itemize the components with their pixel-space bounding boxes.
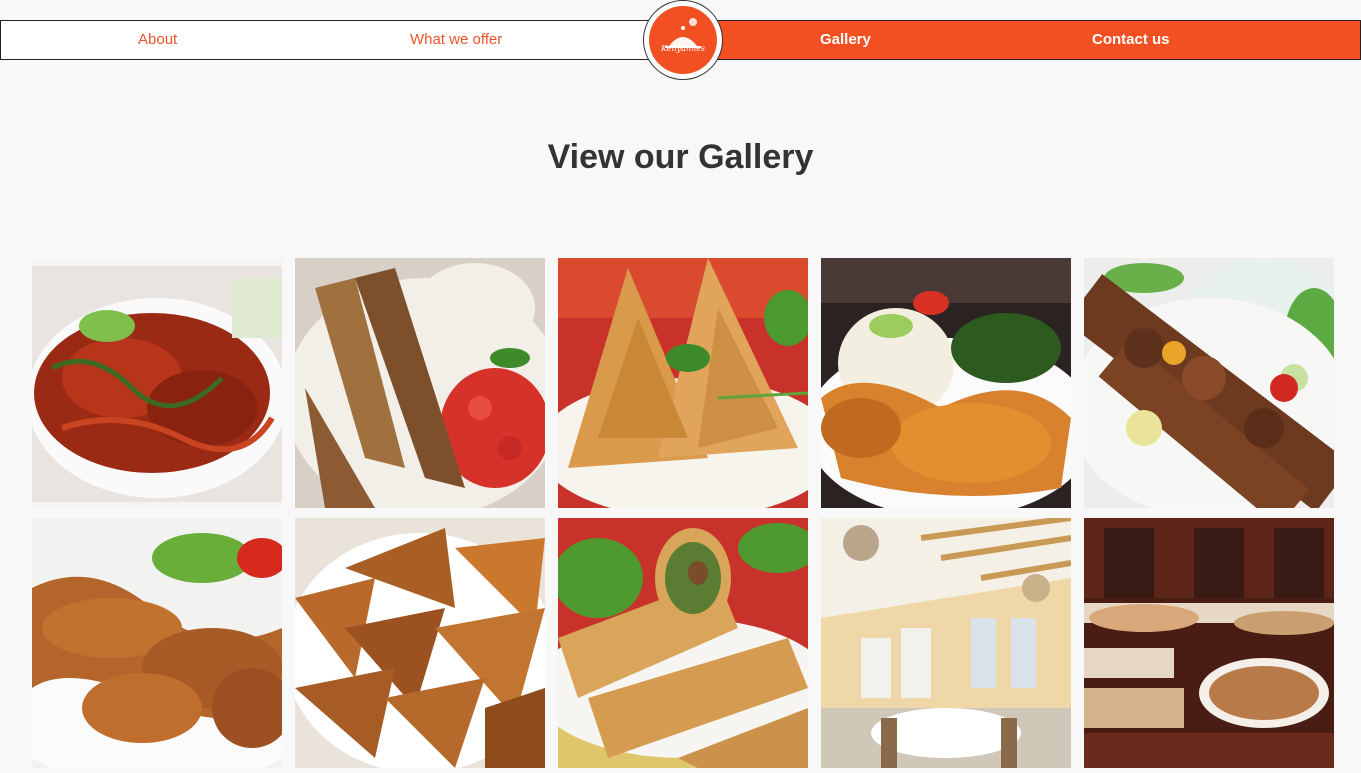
gallery-image-skewers[interactable]	[1084, 258, 1334, 508]
grilled-chicken-drumsticks-photo	[32, 518, 282, 768]
page-title: View our Gallery	[547, 138, 814, 176]
nav-link-gallery[interactable]: Gallery	[820, 21, 871, 59]
gallery-image-pastry-buffet[interactable]	[1084, 518, 1334, 768]
gallery-image-samosa[interactable]	[558, 258, 808, 508]
logo-text: Kenyannes	[660, 44, 706, 53]
roast-meat-ugali-photo	[295, 258, 545, 508]
samosa-photo	[558, 258, 808, 508]
nav-left-bar: About What we offer	[0, 20, 683, 60]
nav-right-bar: Gallery Contact us	[683, 20, 1361, 60]
chili-squid-photo	[32, 258, 282, 508]
pastry-buffet-display-photo	[1084, 518, 1334, 768]
nav-link-contact-us[interactable]: Contact us	[1092, 21, 1170, 59]
mandazi-photo	[295, 518, 545, 768]
gallery-image-chicken-rice[interactable]	[821, 258, 1071, 508]
chicken-rice-plate-photo	[821, 258, 1071, 508]
banquet-dining-room-photo	[821, 518, 1071, 768]
gallery-image-roast-meat[interactable]	[295, 258, 545, 508]
logo-badge: Kenyannes	[649, 6, 717, 74]
spring-rolls-photo	[558, 518, 808, 768]
meat-skewers-photo	[1084, 258, 1334, 508]
gallery-image-mandazi[interactable]	[295, 518, 545, 768]
gallery-image-spring-rolls[interactable]	[558, 518, 808, 768]
gallery-image-banquet-room[interactable]	[821, 518, 1071, 768]
logo-cloche-icon	[665, 18, 701, 48]
nav-link-about[interactable]: About	[138, 21, 177, 59]
gallery-image-chili-squid[interactable]	[32, 258, 282, 508]
site-logo[interactable]: Kenyannes	[643, 0, 723, 80]
nav-link-what-we-offer[interactable]: What we offer	[410, 21, 502, 59]
gallery-image-drumsticks[interactable]	[32, 518, 282, 768]
